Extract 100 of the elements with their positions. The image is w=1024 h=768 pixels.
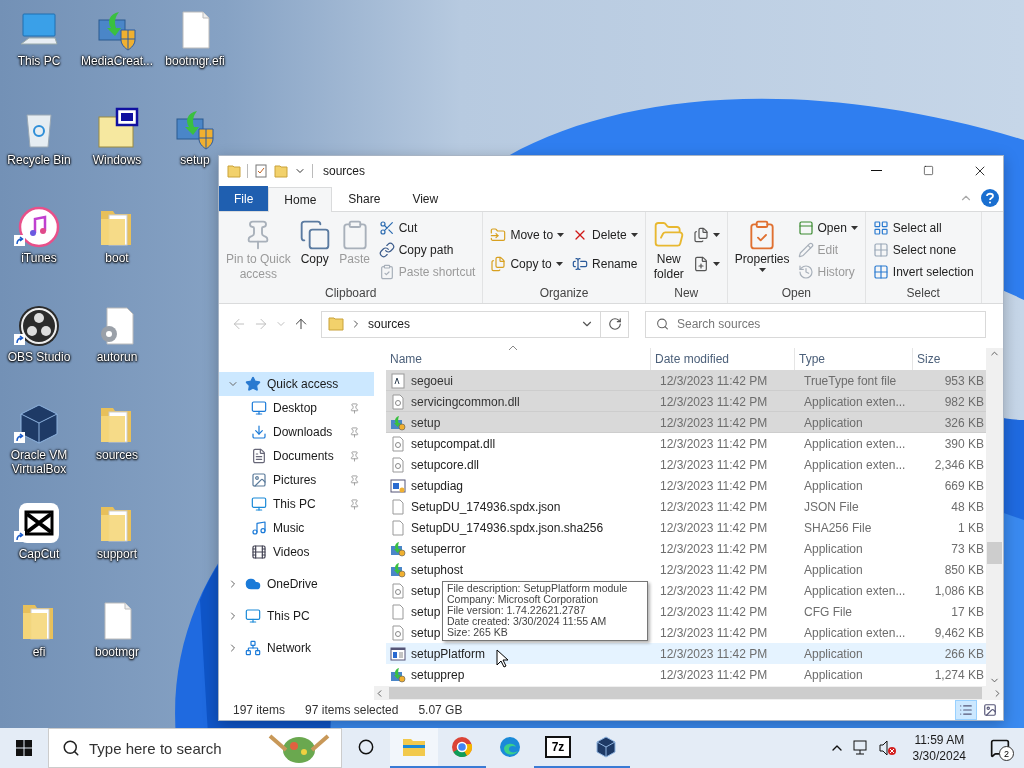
vertical-scrollbar[interactable]	[986, 348, 1003, 686]
file-row[interactable]: setupPlatform 12/3/2023 11:42 PM Application 266 KB	[386, 643, 986, 664]
search-icon	[62, 739, 80, 757]
file-name[interactable]: SetupDU_174936.spdx.json	[411, 499, 561, 514]
ribbon-tab[interactable]: Home	[268, 187, 333, 212]
nav-item-label[interactable]: Quick access	[267, 377, 374, 391]
desktop-icon-label: sources	[96, 448, 138, 462]
nav-item-label[interactable]: Videos	[273, 545, 374, 559]
file-name[interactable]: setupcore.dll	[411, 457, 480, 472]
address-bar[interactable]: sources	[321, 310, 601, 338]
file-row[interactable]: segoeui 12/3/2023 11:42 PM TrueType font file 953 KB	[386, 370, 986, 391]
file-name[interactable]: setup	[411, 583, 441, 598]
taskbar-app-button[interactable]: 7z	[534, 728, 582, 768]
document-icon	[251, 448, 267, 464]
ribbon-button[interactable]: Properties	[731, 217, 793, 275]
desktop-icon-label: bootmgr.efi	[165, 54, 225, 68]
nav-item-label[interactable]: Pictures	[273, 473, 343, 487]
file-name[interactable]: setupdiag	[411, 478, 464, 493]
file-size: 266 KB	[943, 646, 985, 661]
nav-item-label[interactable]: Desktop	[273, 401, 343, 415]
file-name[interactable]: servicingcommon.dll	[411, 394, 520, 409]
obs-logo-icon[interactable]	[17, 303, 61, 348]
file-size: 73 KB	[950, 541, 985, 556]
capcut-logo-icon[interactable]	[17, 500, 61, 545]
nav-item[interactable]: Quick access	[219, 372, 374, 396]
ribbon-button[interactable]: Open	[794, 217, 861, 239]
music-note-icon[interactable]	[17, 205, 61, 249]
invert-selection-icon	[872, 264, 889, 280]
nav-item-label[interactable]: Downloads	[273, 425, 343, 439]
speaker-icon[interactable]	[878, 740, 897, 756]
file-tab[interactable]: File	[219, 186, 269, 211]
file-icon	[390, 498, 406, 515]
file-name[interactable]: setup	[411, 415, 441, 430]
date-modified: 12/3/2023 11:42 PM	[659, 604, 769, 619]
new-folder-icon[interactable]	[274, 163, 288, 178]
help-icon[interactable]	[981, 189, 999, 207]
properties-icon[interactable]	[254, 163, 268, 178]
nav-item-label[interactable]: OneDrive	[267, 577, 374, 591]
ribbon-button[interactable]: Copy path	[375, 239, 479, 261]
file-name[interactable]: setuperror	[411, 541, 466, 556]
ribbon-button[interactable]: New folder	[649, 217, 688, 283]
taskbar-search-field[interactable]: Type here to search	[48, 728, 342, 768]
caret-icon	[630, 232, 638, 238]
ribbon-button[interactable]: Delete	[569, 224, 641, 246]
file-size: 1,274 KB	[933, 667, 985, 682]
scrollbar-thumb[interactable]	[987, 542, 1002, 564]
caret-icon	[758, 268, 766, 273]
ribbon-tab[interactable]: View	[396, 186, 455, 211]
ribbon-button[interactable]: Rename	[569, 253, 641, 275]
ribbon-button[interactable]: Invert selection	[869, 261, 977, 283]
selection-count: 97 items selected	[305, 703, 399, 717]
nav-item-label[interactable]: This PC	[267, 609, 374, 623]
ribbon-button[interactable]: Copy	[295, 217, 334, 268]
folder-icon	[328, 317, 344, 331]
file-name[interactable]: setup	[411, 625, 441, 640]
computer-icon	[251, 496, 267, 512]
file-row[interactable]: setup 12/3/2023 11:42 PM Application 326 KB	[386, 412, 986, 433]
installer-icon	[390, 666, 406, 683]
file-name[interactable]: setuphost	[411, 562, 464, 577]
edit-icon	[797, 242, 814, 258]
star-icon	[245, 376, 261, 392]
nav-item-label[interactable]: Documents	[273, 449, 343, 463]
maximize-icon	[922, 165, 934, 176]
file-size: 17 KB	[950, 604, 985, 619]
date-modified: 12/3/2023 11:42 PM	[659, 520, 769, 535]
library-file-icon	[390, 624, 406, 641]
nav-item-label[interactable]: This PC	[273, 497, 343, 511]
file-name[interactable]: setupprep	[411, 667, 465, 682]
date-modified: 12/3/2023 11:42 PM	[659, 415, 769, 430]
file-name[interactable]: setup	[411, 604, 441, 619]
search-field[interactable]: Search sources	[645, 310, 986, 338]
cube-icon[interactable]	[17, 402, 61, 446]
file-name[interactable]: setupPlatform	[411, 646, 486, 661]
disc-image-icon[interactable]	[95, 106, 139, 151]
nav-item-label[interactable]: Network	[267, 641, 374, 655]
ribbon-button[interactable]: Copy to	[487, 253, 568, 275]
ribbon-button[interactable]: Cut	[375, 217, 479, 239]
ribbon-button[interactable]: Move to	[487, 224, 568, 246]
file-name[interactable]: setupcompat.dll	[411, 436, 496, 451]
clock[interactable]: 11:59 AM 3/30/2024	[904, 732, 974, 764]
scrollbar-thumb[interactable]	[389, 687, 982, 699]
application-icon	[390, 645, 406, 662]
file-row[interactable]: servicingcommon.dll 12/3/2023 11:42 PM Application exten... 982 KB	[386, 391, 986, 412]
column-header[interactable]: Name	[386, 348, 650, 370]
file-type: SHA256 File	[803, 520, 873, 535]
ribbon-button[interactable]: Select none	[869, 239, 977, 261]
nav-item-label[interactable]: Music	[273, 521, 374, 535]
file-type: Application exten...	[803, 436, 907, 451]
refresh-button[interactable]	[601, 310, 629, 338]
date-modified: 12/3/2023 11:42 PM	[659, 457, 769, 472]
network-icon	[245, 640, 261, 656]
ribbon-group-label: Organize	[538, 285, 590, 302]
file-name[interactable]: segoeui	[411, 373, 454, 388]
ribbon-tab[interactable]: Share	[332, 186, 397, 211]
notifications-button[interactable]: 2	[982, 730, 1018, 766]
file-type: Application exten...	[803, 583, 907, 598]
ribbon-button[interactable]: Select all	[869, 217, 977, 239]
file-name[interactable]: SetupDU_174936.spdx.json.sha256	[411, 520, 604, 535]
details-view-button[interactable]	[955, 700, 977, 720]
horizontal-scrollbar[interactable]	[374, 686, 1003, 700]
